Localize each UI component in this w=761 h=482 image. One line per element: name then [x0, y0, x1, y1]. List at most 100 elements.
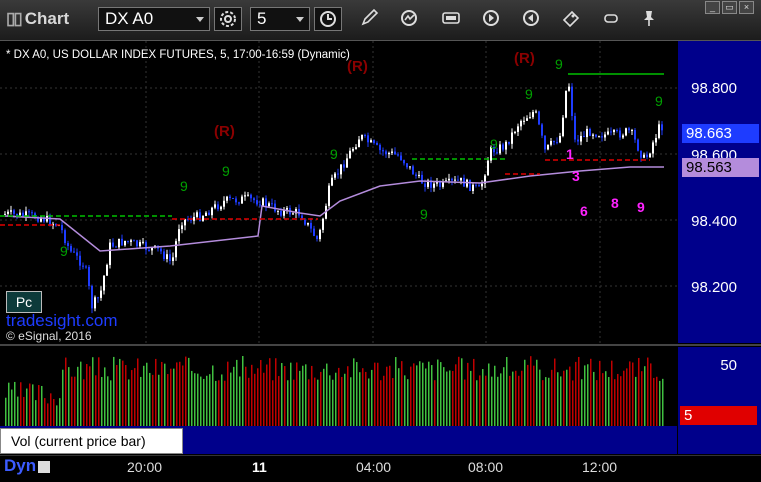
- price-bar: [661, 124, 663, 131]
- volume-pane[interactable]: [0, 347, 677, 426]
- volume-value-tag: 5: [680, 406, 757, 425]
- time-tick: 11: [252, 459, 267, 475]
- volume-close-button[interactable]: ×: [170, 426, 177, 440]
- volume-bar: [116, 365, 118, 426]
- dynamic-mode-label[interactable]: Dyn: [4, 456, 51, 476]
- volume-bar: [608, 377, 610, 426]
- mode-icon[interactable]: [38, 460, 51, 473]
- price-bar: [217, 204, 219, 210]
- volume-bar: [275, 358, 277, 426]
- price-bar: [271, 203, 273, 205]
- price-pane[interactable]: (R) (R) (R) 9 9 9 9 9 9 9 9 9 1 3 6 8 9: [0, 41, 677, 343]
- volume-bar: [491, 376, 493, 426]
- price-bar: [469, 179, 471, 191]
- countdown-count: 3: [572, 168, 580, 184]
- volume-bar: [179, 361, 181, 426]
- price-bar: [76, 252, 78, 256]
- volume-bar: [206, 375, 208, 426]
- pin-button[interactable]: [636, 7, 664, 31]
- price-bar: [175, 241, 177, 258]
- volume-bar: [593, 371, 595, 426]
- volume-bar: [449, 370, 451, 426]
- replay-button[interactable]: [518, 7, 546, 31]
- countdown-count: 1: [566, 146, 574, 162]
- volume-bar: [32, 384, 34, 426]
- price-bar: [517, 126, 519, 132]
- time-tick: 08:00: [468, 459, 504, 475]
- price-bar: [316, 235, 318, 240]
- volume-bar: [131, 370, 133, 426]
- price-bar: [103, 275, 105, 291]
- volume-bar: [230, 372, 232, 426]
- volume-bar: [437, 359, 439, 426]
- price-bar: [592, 134, 594, 136]
- price-bar: [550, 140, 552, 145]
- edit-icon: [442, 12, 460, 24]
- rewind-icon: [523, 10, 539, 26]
- price-bar: [337, 173, 339, 175]
- price-bar: [73, 251, 75, 253]
- volume-bar: [527, 364, 529, 426]
- settings-button[interactable]: [214, 7, 242, 31]
- price-bar: [136, 240, 138, 247]
- price-axis[interactable]: 98.800 98.600 98.400 98.200: [678, 41, 761, 343]
- price-bar: [37, 218, 39, 222]
- tag-button[interactable]: [558, 7, 586, 31]
- price-bar: [448, 178, 450, 181]
- price-bar: [304, 219, 306, 225]
- volume-bar: [20, 382, 22, 426]
- play-button[interactable]: [478, 7, 506, 31]
- interval-select[interactable]: 5: [250, 7, 310, 31]
- volume-bar: [155, 358, 157, 426]
- price-bar: [625, 128, 627, 136]
- volume-bar: [302, 365, 304, 426]
- volume-bar: [599, 360, 601, 426]
- volume-bar: [293, 379, 295, 426]
- symbol-select[interactable]: DX A0: [98, 7, 210, 31]
- volume-study-label[interactable]: Vol (current price bar): [0, 428, 183, 454]
- interval-value: 5: [257, 9, 267, 28]
- restore-button[interactable]: ▭: [722, 1, 737, 14]
- close-button[interactable]: ×: [739, 1, 754, 14]
- price-bar: [361, 134, 363, 140]
- volume-axis[interactable]: 50: [678, 347, 761, 454]
- volume-bar: [104, 367, 106, 426]
- time-button[interactable]: [314, 7, 342, 31]
- draw-button[interactable]: [356, 7, 384, 31]
- price-bar: [343, 164, 345, 168]
- price-bar: [70, 245, 72, 252]
- volume-bar: [545, 377, 547, 426]
- pc-button[interactable]: Pc: [6, 291, 42, 313]
- price-bar: [220, 206, 222, 210]
- volume-bar: [464, 379, 466, 426]
- volume-bar: [587, 364, 589, 426]
- pane-divider[interactable]: [0, 344, 761, 346]
- volume-bar: [86, 364, 88, 426]
- volume-bar: [650, 363, 652, 426]
- volume-bar: [290, 362, 292, 426]
- price-bar: [505, 141, 507, 150]
- refresh-button[interactable]: [396, 7, 424, 31]
- minimize-button[interactable]: _: [705, 1, 720, 14]
- price-bar: [208, 212, 210, 216]
- volume-bar: [38, 385, 40, 426]
- volume-bar: [284, 366, 286, 426]
- price-bar: [523, 120, 525, 122]
- price-bar: [637, 139, 639, 151]
- volume-bar: [164, 363, 166, 426]
- price-bar: [568, 86, 570, 91]
- drag-grip-icon[interactable]: ▯▯: [6, 9, 23, 28]
- volume-bar: [563, 370, 565, 426]
- link-button[interactable]: [598, 7, 626, 31]
- r-marker: (R): [514, 50, 535, 67]
- volume-bar: [530, 356, 532, 426]
- volume-bar: [281, 363, 283, 426]
- time-tick: 12:00: [582, 459, 618, 475]
- edit-studies-button[interactable]: [438, 7, 466, 31]
- volume-bar: [476, 380, 478, 426]
- volume-bar: [11, 389, 13, 426]
- volume-bar: [362, 368, 364, 426]
- volume-bar: [473, 358, 475, 426]
- volume-bar: [395, 357, 397, 426]
- price-bar: [511, 132, 513, 144]
